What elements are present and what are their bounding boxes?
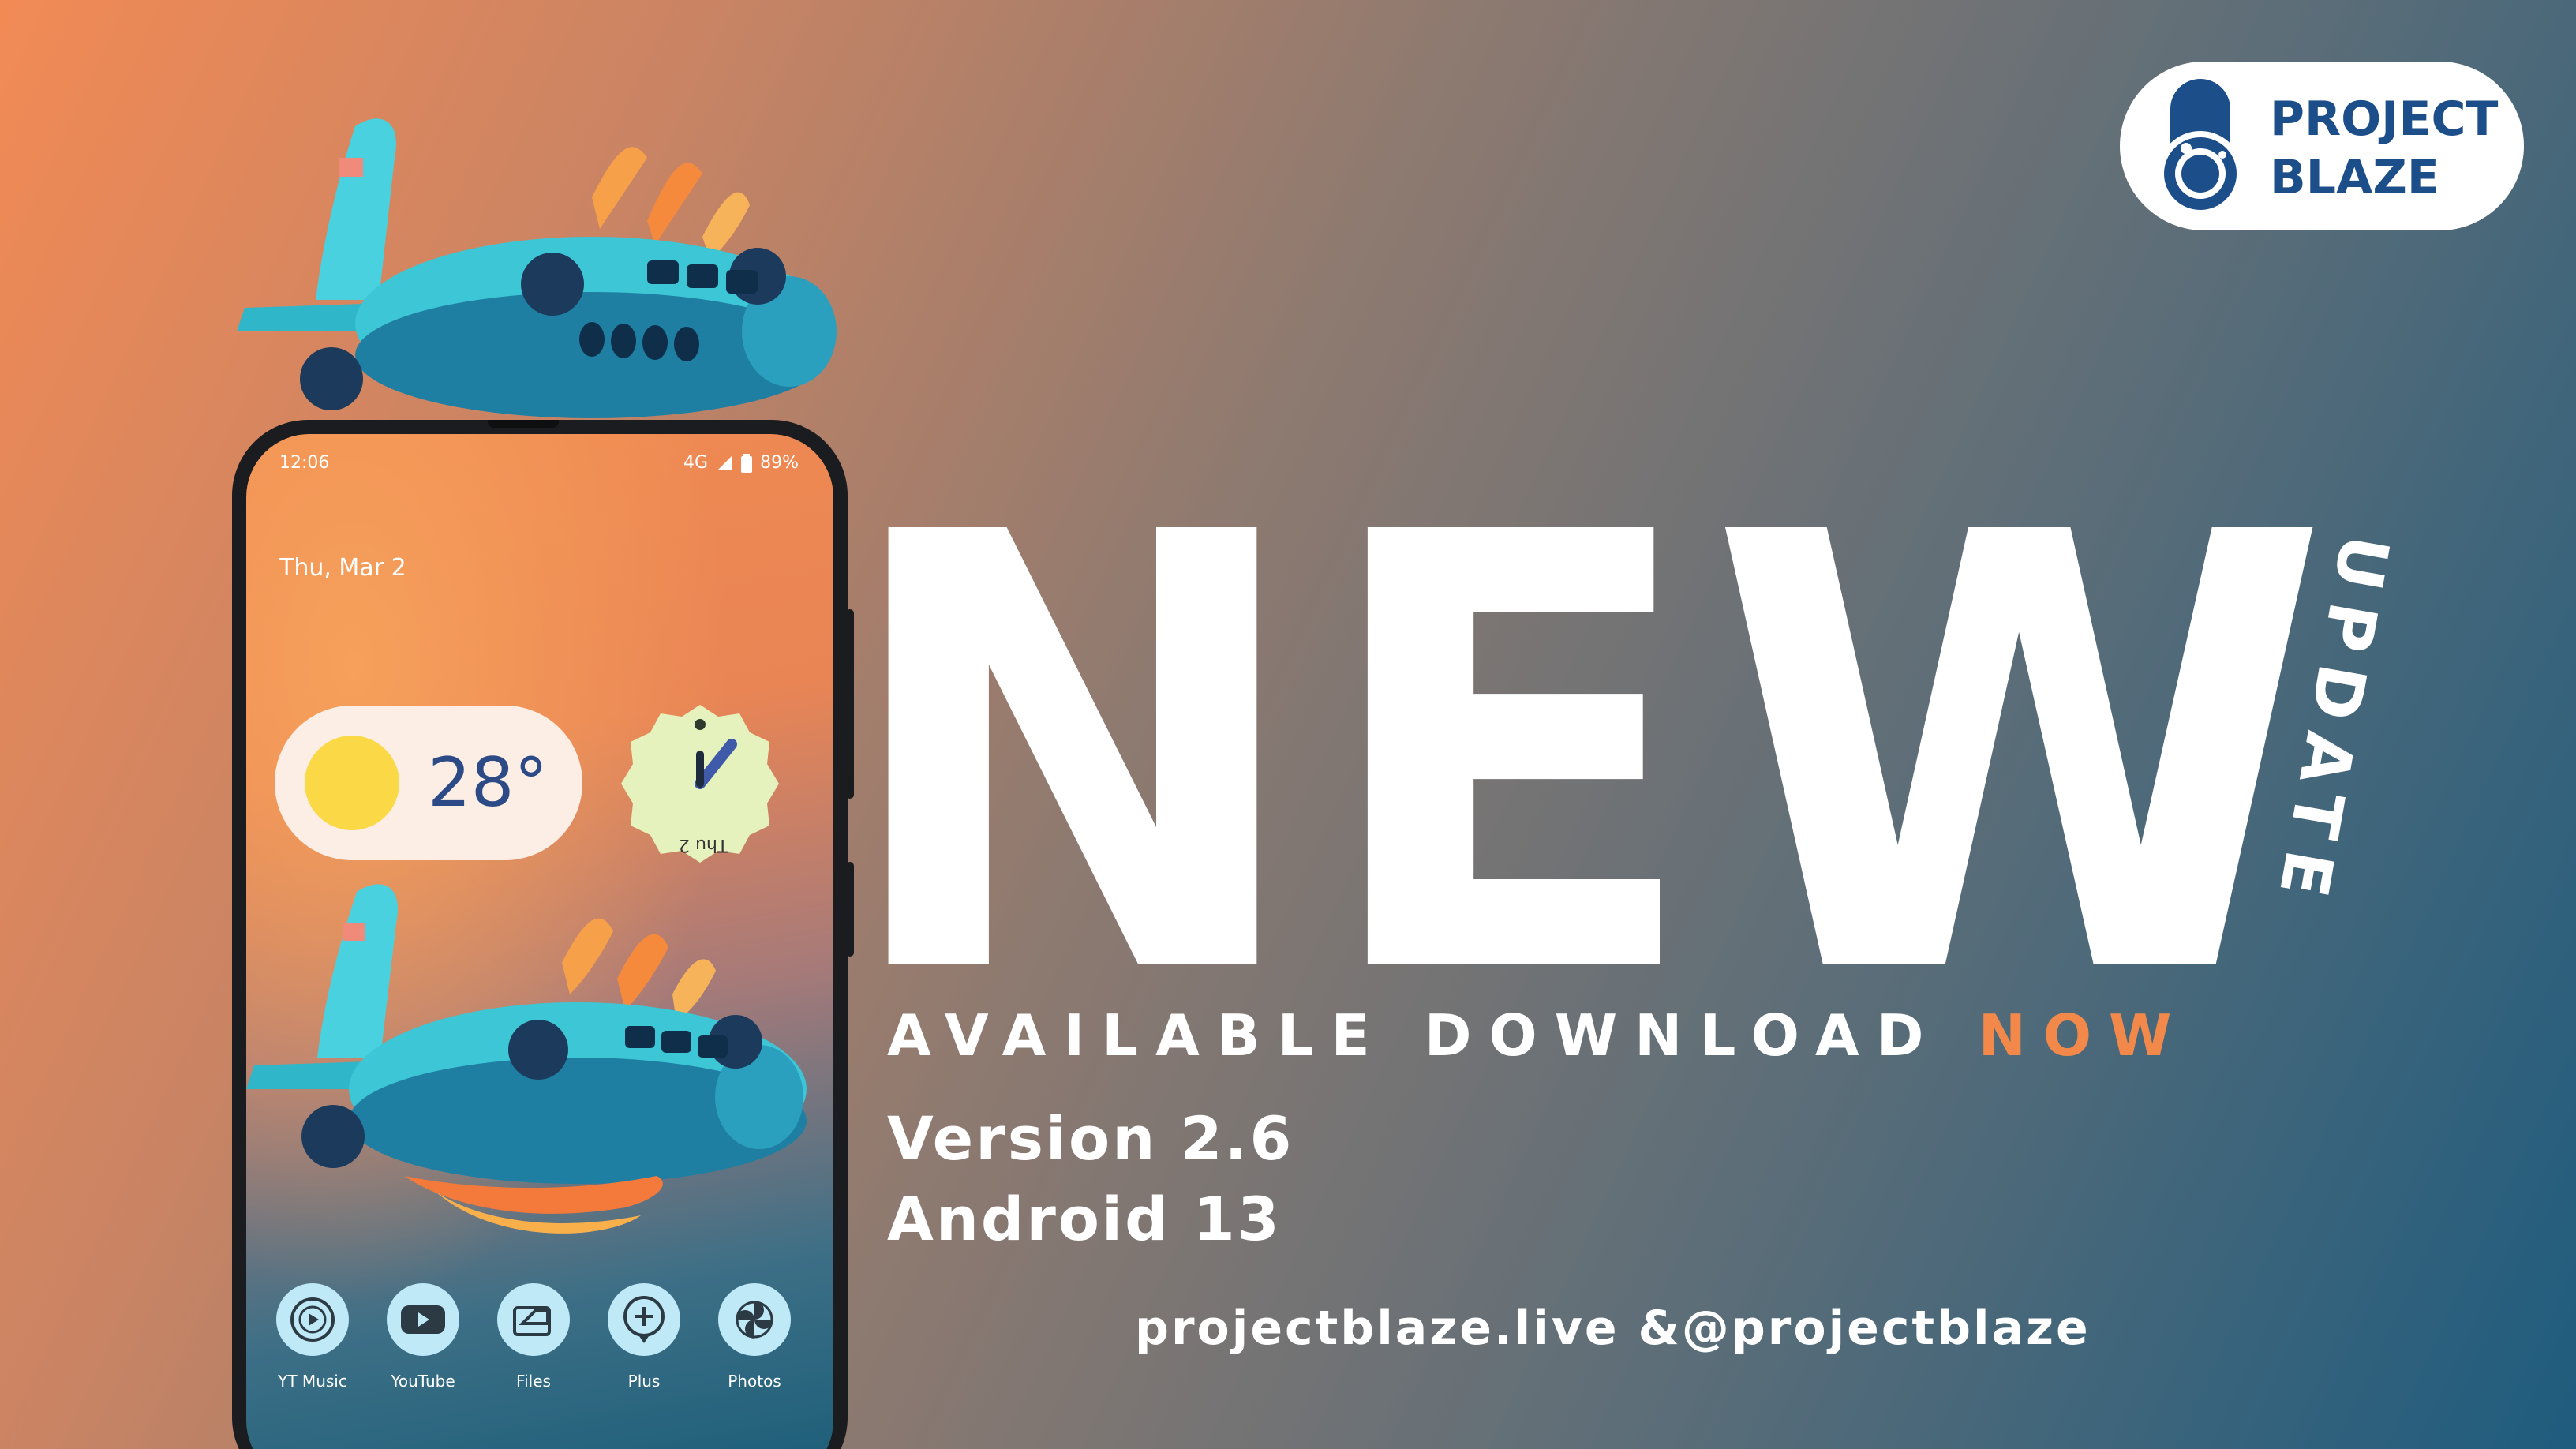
brand-name: PROJECT BLAZE [2270, 90, 2498, 207]
network-type: 4G [683, 453, 709, 473]
app-label: YT Music [278, 1372, 347, 1391]
app-label: Files [516, 1372, 551, 1391]
app-label: Photos [728, 1372, 781, 1391]
airplane-illustration [237, 118, 837, 418]
sun-icon [305, 736, 399, 830]
app-dock: YT Music YouTube Files Plus Photos [265, 1283, 818, 1410]
youtube-icon [387, 1283, 459, 1356]
status-indicators: 4G 89% [683, 453, 799, 473]
battery-icon [741, 453, 753, 473]
website-handle: projectblaze.live &@projectblaze [1135, 1301, 2091, 1356]
version-text: Version 2.6 [887, 1103, 1294, 1174]
phone-power-button [846, 862, 854, 957]
app-youtube[interactable]: YouTube [376, 1283, 470, 1391]
app-files[interactable]: Files [486, 1283, 581, 1391]
brand-line-1: PROJECT [2270, 92, 2499, 147]
yt-music-icon [276, 1283, 349, 1356]
status-bar: 12:06 4G 89% [279, 453, 799, 481]
phone-volume-button [846, 609, 854, 799]
battery-percent: 89% [760, 453, 799, 473]
phone-home-screen: 12:06 4G 89% Thu, Mar 2 28° Thu 2 YT Mus… [246, 434, 833, 1449]
available-prefix: AVAILABLE DOWNLOAD [887, 1002, 1979, 1069]
app-photos[interactable]: Photos [707, 1283, 802, 1391]
clock-widget-date: Thu 2 [679, 835, 728, 855]
headline-new: NEW [837, 409, 2338, 1106]
plus-icon [608, 1283, 680, 1356]
phone-mockup: 12:06 4G 89% Thu, Mar 2 28° Thu 2 YT Mus… [232, 420, 854, 1449]
promo-banner: PROJECT BLAZE NEW UPDATE AVAILABLE DOWNL… [0, 0, 2576, 1449]
available-now-highlight: NOW [1978, 1002, 2189, 1069]
app-label: Plus [627, 1372, 661, 1391]
home-date[interactable]: Thu, Mar 2 [279, 554, 406, 582]
app-yt-music[interactable]: YT Music [265, 1283, 360, 1391]
android-version-text: Android 13 [887, 1184, 1282, 1254]
weather-temperature: 28° [428, 743, 549, 822]
brand-line-2: BLAZE [2270, 150, 2439, 205]
app-plus[interactable]: Plus [597, 1283, 691, 1391]
files-icon [497, 1283, 570, 1356]
weather-widget[interactable]: 28° [275, 706, 582, 860]
project-blaze-logo-icon [2158, 79, 2243, 216]
available-download-tagline: AVAILABLE DOWNLOAD NOW [887, 1002, 2188, 1073]
signal-icon [717, 455, 732, 470]
status-time: 12:06 [279, 453, 330, 473]
photos-icon [718, 1283, 791, 1356]
brand-badge: PROJECT BLAZE [2120, 62, 2524, 230]
app-label: YouTube [391, 1372, 455, 1391]
wallpaper-airplane-illustration [246, 884, 807, 1234]
phone-speaker-notch [488, 420, 559, 428]
